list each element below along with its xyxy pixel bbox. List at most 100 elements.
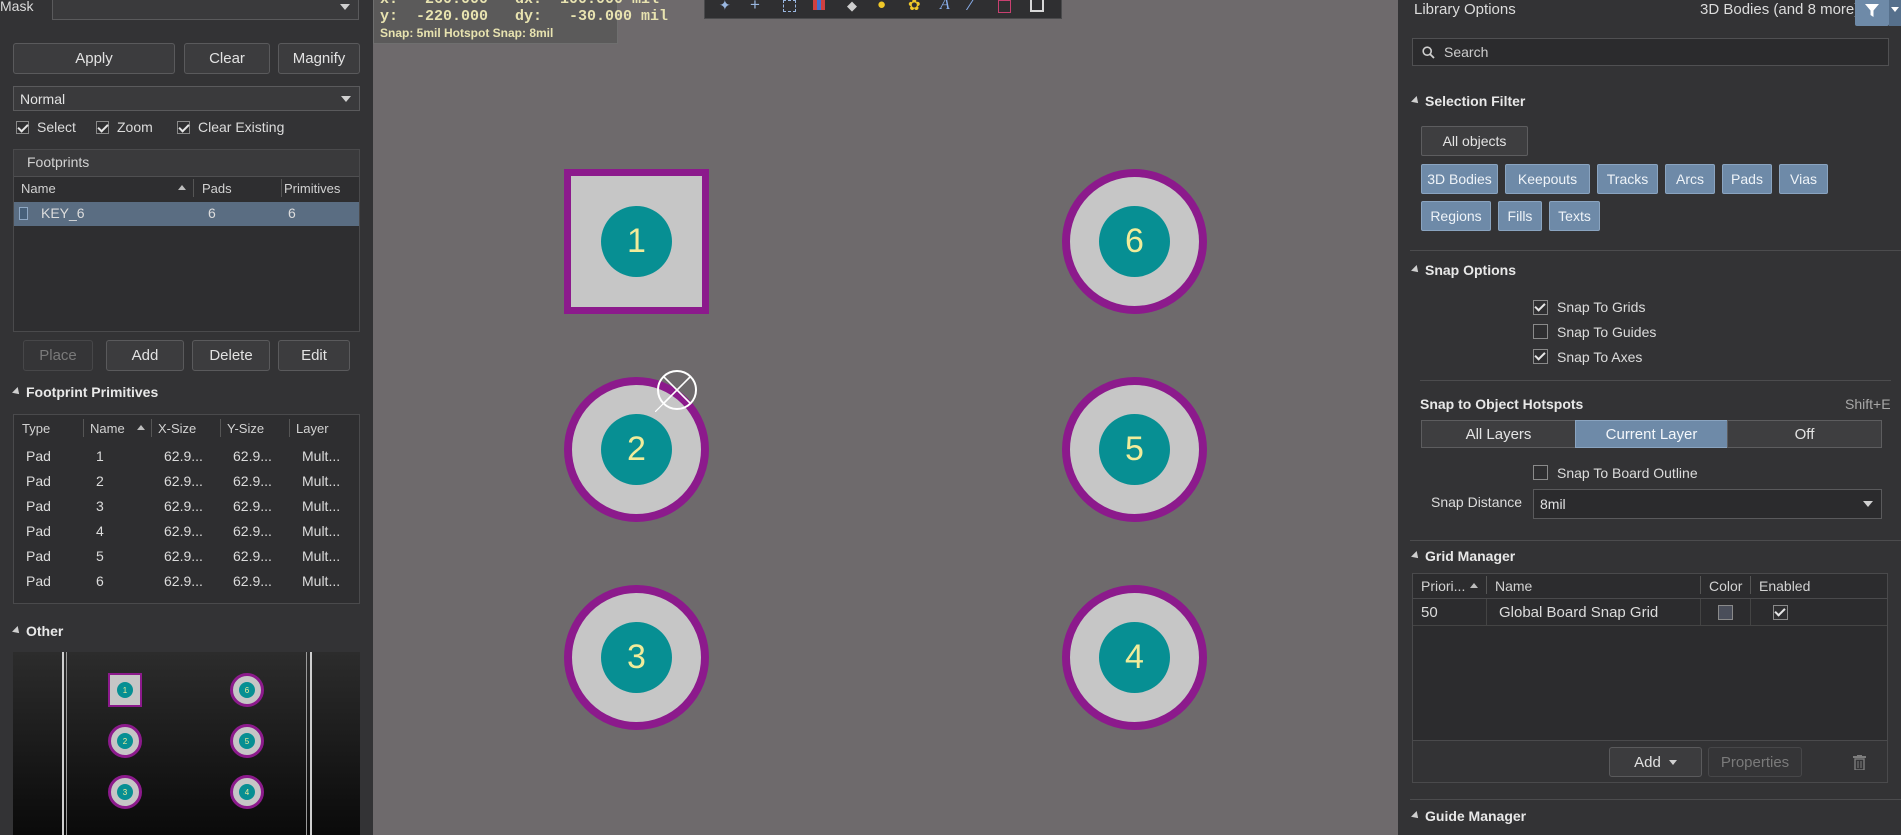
trash-icon[interactable] [1853,755,1866,770]
footprint-icon [19,207,28,220]
pad-4[interactable]: 4 [1062,585,1207,730]
snap-to-axes-checkbox[interactable] [1533,349,1548,364]
filter-chip-vias[interactable]: Vias [1779,164,1828,194]
search-icon [1422,46,1435,59]
pad-5[interactable]: 5 [1062,377,1207,522]
cell-x-size: 62.9... [164,573,203,589]
apply-button[interactable]: Apply [13,43,175,74]
place-button[interactable]: Place [23,340,93,371]
zoom-checkbox[interactable] [96,121,109,134]
properties-button[interactable]: Properties [1708,747,1802,777]
filter-toggle-button[interactable] [1855,0,1889,26]
select-rectangle-icon[interactable] [783,0,796,12]
grid-color-swatch[interactable] [1718,605,1733,620]
pad-1[interactable]: 1 [564,169,709,314]
crosshair-tool-icon[interactable]: + [750,0,760,15]
align-tool-icon[interactable] [813,0,825,10]
column-header-enabled[interactable]: Enabled [1759,578,1810,594]
grid-name: Global Board Snap Grid [1499,604,1659,621]
table-row[interactable]: Pad 3 62.9... 62.9... Mult... [14,494,359,519]
primitives-table: Type Name X-Size Y-Size Layer Pad 1 62.9… [13,414,360,604]
grid-manager-section-header[interactable]: Grid Manager [1411,548,1515,564]
magnify-button[interactable]: Magnify [278,43,360,74]
filter-chip-arcs[interactable]: Arcs [1665,164,1715,194]
cell-type: Pad [26,573,51,589]
snap-to-guides-checkbox[interactable] [1533,324,1548,339]
clear-existing-checkbox[interactable] [177,121,190,134]
other-section-header[interactable]: Other [12,623,63,639]
filter-tool-icon[interactable]: ✦ [719,0,731,14]
edit-button[interactable]: Edit [278,340,350,371]
pad-6[interactable]: 6 [1062,169,1207,314]
footprint-primitives-section-header[interactable]: Footprint Primitives [12,384,158,400]
search-input[interactable]: Search [1412,38,1889,66]
column-header-name[interactable]: Name [21,181,56,196]
region-tool-icon[interactable] [998,0,1011,13]
snap-to-board-outline-checkbox[interactable] [1533,465,1548,480]
section-title: Guide Manager [1425,808,1527,824]
select-checkbox[interactable] [16,121,29,134]
segment-all-layers[interactable]: All Layers [1421,420,1576,448]
filter-chip-3d-bodies[interactable]: 3D Bodies [1421,164,1498,194]
filter-mode-dropdown[interactable]: Normal [13,86,360,111]
column-header-pads[interactable]: Pads [202,181,232,196]
filter-chip-tracks[interactable]: Tracks [1597,164,1658,194]
column-divider [151,419,152,437]
column-header-priority[interactable]: Priori... [1421,578,1465,594]
selection-filter-section-header[interactable]: Selection Filter [1411,93,1525,109]
snap-distance-dropdown[interactable]: 8mil [1533,489,1882,519]
filter-dropdown-button[interactable] [1889,0,1901,26]
table-row[interactable]: Pad 6 62.9... 62.9... Mult... [14,569,359,594]
line-tool-icon[interactable]: ⁄ [969,0,972,14]
column-header-layer[interactable]: Layer [296,421,329,436]
guide-manager-section-header[interactable]: Guide Manager [1411,808,1527,824]
cell-name: 1 [96,448,104,464]
footprint-preview[interactable]: 1 2 3 6 5 4 [13,652,360,835]
collapse-triangle-icon [1411,265,1421,276]
table-row[interactable]: 50 Global Board Snap Grid [1413,599,1887,626]
dimension-tool-icon[interactable] [1030,0,1044,12]
filter-chip-keepouts[interactable]: Keepouts [1505,164,1590,194]
table-row[interactable]: Pad 5 62.9... 62.9... Mult... [14,544,359,569]
filter-chip-regions[interactable]: Regions [1421,201,1491,231]
filter-summary[interactable]: 3D Bodies (and 8 more) [1700,1,1859,18]
cell-x-size: 62.9... [164,448,203,464]
pad-3[interactable]: 3 [564,585,709,730]
column-header-name[interactable]: Name [90,421,125,436]
clear-existing-label: Clear Existing [198,119,285,135]
segment-current-layer[interactable]: Current Layer [1575,420,1728,448]
pad-tool-icon[interactable]: ● [877,0,886,13]
filter-chip-texts[interactable]: Texts [1549,201,1600,231]
clear-button[interactable]: Clear [184,43,270,74]
table-row[interactable]: Pad 2 62.9... 62.9... Mult... [14,469,359,494]
column-header-primitives[interactable]: Primitives [284,181,340,196]
table-row[interactable]: Pad 1 62.9... 62.9... Mult... [14,444,359,469]
cell-x-size: 62.9... [164,498,203,514]
cell-type: Pad [26,448,51,464]
preview-pad-5: 5 [230,724,264,758]
column-header-color[interactable]: Color [1709,578,1742,594]
shortcut-hint: Shift+E [1845,396,1891,412]
mask-dropdown[interactable] [52,0,359,20]
column-header-name[interactable]: Name [1495,578,1532,594]
via-tool-icon[interactable]: ✿ [908,0,921,14]
text-tool-icon[interactable]: A [940,0,950,14]
delete-button[interactable]: Delete [192,340,270,371]
table-row[interactable]: KEY_6 6 6 [14,202,359,226]
column-header-y-size[interactable]: Y-Size [227,421,264,436]
all-objects-button[interactable]: All objects [1421,126,1528,156]
table-row[interactable]: Pad 4 62.9... 62.9... Mult... [14,519,359,544]
add-grid-button[interactable]: Add [1609,747,1702,777]
filter-chip-fills[interactable]: Fills [1498,201,1542,231]
snap-to-axes-label: Snap To Axes [1557,349,1643,365]
grid-enabled-checkbox[interactable] [1773,605,1788,620]
layers-tool-icon[interactable]: ◆ [847,0,857,14]
segment-off[interactable]: Off [1727,420,1882,448]
column-header-type[interactable]: Type [22,421,50,436]
pcb-design-canvas[interactable]: x: -260.000 dx: 100.000 mil y: -220.000 … [373,0,1398,835]
filter-chip-pads[interactable]: Pads [1722,164,1772,194]
column-header-x-size[interactable]: X-Size [158,421,196,436]
snap-to-grids-checkbox[interactable] [1533,300,1548,315]
snap-options-section-header[interactable]: Snap Options [1411,262,1516,278]
add-button[interactable]: Add [106,340,184,371]
